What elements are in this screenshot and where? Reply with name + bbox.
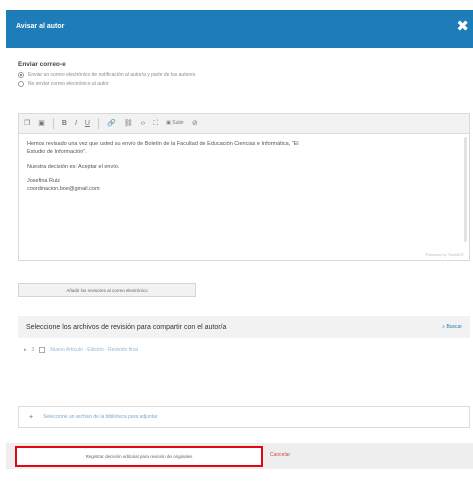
browse-label: Buscar	[446, 324, 462, 330]
editor-line: Josefina Ruiz	[27, 177, 61, 184]
editor-status: Powered by TinyMCE	[425, 252, 464, 257]
review-files-header: Seleccione los archivos de revisión para…	[18, 316, 470, 338]
dialog-footer: Registrar decisión editorial para revisi…	[6, 443, 473, 469]
bold-icon[interactable]: B	[62, 120, 67, 127]
editor-line: Estudio de Información".	[27, 149, 87, 156]
toolbar-divider	[97, 118, 99, 129]
unlink-icon[interactable]: ⛓	[124, 120, 133, 127]
image-upload-button[interactable]: ▣ Subir	[166, 121, 184, 126]
browse-link[interactable]: ⌕ Buscar	[442, 324, 462, 330]
radio-notify-author[interactable]: Enviar un correo electrónico de notifica…	[18, 72, 195, 78]
dialog-body: Enviar correo-e Enviar un correo electró…	[6, 48, 473, 483]
image-upload-label: Subir	[172, 120, 184, 126]
underline-icon[interactable]: U	[85, 120, 90, 127]
editor-content[interactable]: Hemos revisado una vez que usted su enví…	[19, 134, 469, 193]
code-icon[interactable]: ‹›	[141, 120, 146, 127]
expand-icon[interactable]: ▸	[24, 347, 27, 353]
notify-section-label: Enviar correo-e	[18, 61, 66, 68]
copy-icon[interactable]: ❐	[24, 120, 30, 127]
add-reviews-button[interactable]: Añadir los revisores al correo electróni…	[18, 283, 196, 297]
cancel-link[interactable]: Cancelar	[270, 452, 290, 458]
editor-line: coordinacion.boe@gmail.com	[27, 186, 100, 192]
library-attach-text[interactable]: Seleccione un archivo de la biblioteca p…	[43, 414, 158, 420]
link-icon[interactable]: 🔗	[107, 120, 116, 127]
clear-format-icon[interactable]: ⊘	[192, 120, 198, 127]
file-crumbs[interactable]: Nuevo Artículo - Edición - Revisión fina…	[50, 347, 138, 353]
radio-label-notify: Enviar un correo electrónico de notifica…	[28, 72, 196, 78]
editor-toolbar: ❐ ▣ B I U 🔗 ⛓ ‹› ⛶ ▣ Subir ⊘	[19, 114, 469, 134]
radio-unchecked-icon[interactable]	[18, 81, 24, 87]
editor-scrollbar[interactable]	[464, 137, 467, 242]
editor-paragraph: Josefina Ruiz coordinacion.boe@gmail.com	[27, 177, 463, 194]
email-editor[interactable]: ❐ ▣ B I U 🔗 ⛓ ‹› ⛶ ▣ Subir ⊘ Hemos revis…	[18, 113, 470, 261]
paste-icon[interactable]: ▣	[38, 120, 45, 127]
fullscreen-icon[interactable]: ⛶	[153, 120, 158, 127]
review-files-panel: Seleccione los archivos de revisión para…	[18, 316, 470, 366]
list-item: ▸ 3 Nuevo Artículo - Edición - Revisión …	[18, 338, 470, 362]
review-files-title: Seleccione los archivos de revisión para…	[26, 323, 227, 331]
radio-label-no-notify: No enviar correo electrónico al autor	[28, 81, 109, 87]
library-attach-box[interactable]: + Seleccione un archivo de la biblioteca…	[18, 406, 470, 428]
toolbar-divider	[52, 118, 54, 129]
record-decision-button[interactable]: Registrar decisión editorial para revisi…	[15, 446, 263, 467]
file-id: 3	[31, 347, 35, 353]
close-icon[interactable]: ✖	[456, 19, 469, 34]
radio-no-notify[interactable]: No enviar correo electrónico al autor	[18, 81, 109, 87]
dialog-titlebar: Avisar al autor ✖	[6, 10, 473, 48]
radio-checked-icon[interactable]	[18, 72, 24, 78]
file-checkbox[interactable]	[39, 347, 46, 353]
add-icon[interactable]: +	[29, 414, 33, 421]
editor-line: Hemos revisado una vez que usted su enví…	[27, 141, 299, 147]
editor-paragraph: Hemos revisado una vez que usted su enví…	[27, 140, 463, 157]
dialog-title: Avisar al autor	[16, 23, 65, 30]
italic-icon[interactable]: I	[75, 120, 77, 127]
editor-paragraph: Nuestra decisión es: Aceptar el envío.	[27, 163, 120, 170]
